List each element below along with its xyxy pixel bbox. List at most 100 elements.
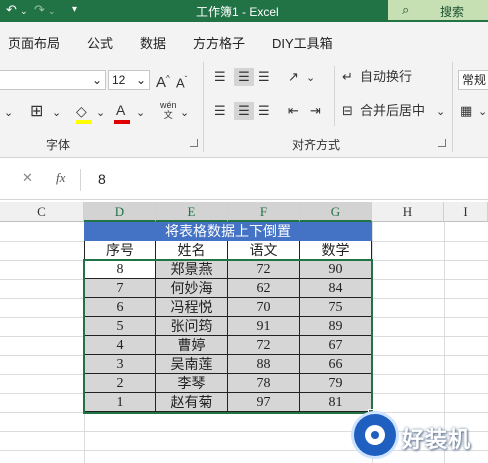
column-header-e[interactable]: E — [156, 202, 228, 222]
table-cell-seq[interactable]: 3 — [84, 355, 156, 374]
table-cell-chinese[interactable]: 78 — [228, 374, 300, 393]
table-cell-math[interactable]: 66 — [300, 355, 372, 374]
table-cell-math[interactable]: 75 — [300, 298, 372, 317]
number-format-select[interactable]: 常规 — [458, 70, 488, 90]
fill-color-bar — [76, 120, 92, 124]
insert-function-icon[interactable]: fx — [56, 170, 65, 186]
borders-icon[interactable]: ⊞ — [30, 103, 43, 121]
customize-quick-access-icon[interactable]: ▾ — [72, 4, 77, 15]
undo-dropdown-icon[interactable]: ⌄ — [20, 6, 28, 17]
table-cell-seq[interactable]: 4 — [84, 336, 156, 355]
undo-icon[interactable]: ↶ — [6, 2, 17, 18]
header-cell-seq[interactable]: 序号 — [84, 241, 156, 260]
header-cell-chinese[interactable]: 语文 — [228, 241, 300, 260]
alignment-dialog-launcher-icon[interactable] — [438, 139, 446, 147]
increase-indent-icon[interactable]: ⇥ — [310, 102, 321, 120]
table-cell-seq[interactable]: 8 — [84, 260, 156, 279]
ribbon-separator — [203, 62, 204, 152]
font-size-value: 12 — [112, 73, 126, 87]
wrap-text-icon[interactable]: ↵ — [342, 68, 353, 86]
table-cell-chinese[interactable]: 62 — [228, 279, 300, 298]
align-middle-icon[interactable]: ☰ — [234, 68, 254, 86]
tab-fangfang-gezi[interactable]: 方方格子 — [193, 33, 245, 52]
table-cell-name[interactable]: 吴南莲 — [156, 355, 228, 374]
header-cell-math[interactable]: 数学 — [300, 241, 372, 260]
table-cell-seq[interactable]: 1 — [84, 393, 156, 412]
column-header-d[interactable]: D — [84, 202, 156, 222]
table-cell-math[interactable]: 84 — [300, 279, 372, 298]
table-cell-chinese[interactable]: 72 — [228, 260, 300, 279]
font-name-select[interactable]: ⌄ — [0, 70, 106, 90]
table-cell-math[interactable]: 90 — [300, 260, 372, 279]
orientation-icon[interactable]: ↗ — [288, 68, 299, 86]
watermark-logo-icon — [354, 414, 396, 456]
search-box[interactable]: ⌕ 搜索 — [388, 0, 488, 20]
table-cell-math[interactable]: 89 — [300, 317, 372, 336]
table-cell-math[interactable]: 79 — [300, 374, 372, 393]
table-cell-seq[interactable]: 5 — [84, 317, 156, 336]
column-header-g[interactable]: G — [300, 202, 372, 222]
table-cell-name[interactable]: 赵有菊 — [156, 393, 228, 412]
watermark: 好装机 — [350, 408, 488, 463]
table-cell-name[interactable]: 冯程悦 — [156, 298, 228, 317]
redo-icon[interactable]: ↷ — [34, 2, 45, 18]
table-cell-name[interactable]: 李琴 — [156, 374, 228, 393]
ribbon-separator — [334, 66, 335, 126]
tab-page-layout[interactable]: 页面布局 — [8, 33, 60, 52]
table-cell-chinese[interactable]: 97 — [228, 393, 300, 412]
column-header-f[interactable]: F — [228, 202, 300, 222]
grow-font-icon[interactable]: A^ — [156, 70, 170, 92]
tab-data[interactable]: 数据 — [140, 33, 166, 52]
redo-dropdown-icon[interactable]: ⌄ — [48, 6, 56, 17]
alignment-group-label: 对齐方式 — [292, 138, 341, 152]
align-center-icon[interactable]: ☰ — [234, 102, 254, 120]
wrap-text-label[interactable]: 自动换行 — [360, 68, 412, 86]
column-header-i[interactable]: I — [444, 202, 488, 222]
borders-dropdown-icon[interactable]: ⌄ — [52, 104, 61, 122]
table-cell-name[interactable]: 郑景燕 — [156, 260, 228, 279]
font-color-icon[interactable]: A — [116, 101, 125, 119]
align-bottom-icon[interactable]: ☰ — [258, 68, 270, 86]
merge-center-icon[interactable]: ⊟ — [342, 102, 353, 120]
table-cell-seq[interactable]: 6 — [84, 298, 156, 317]
table-cell-chinese[interactable]: 88 — [228, 355, 300, 374]
table-cell-name[interactable]: 曹婷 — [156, 336, 228, 355]
orientation-dropdown-icon[interactable]: ⌄ — [306, 69, 315, 87]
accounting-dropdown-icon[interactable]: ⌄ — [478, 103, 487, 121]
table-cell-chinese[interactable]: 91 — [228, 317, 300, 336]
tab-diy-toolbox[interactable]: DIY工具箱 — [272, 33, 333, 52]
font-dialog-launcher-icon[interactable] — [190, 139, 198, 147]
chevron-down-icon: ⌄ — [91, 73, 102, 87]
column-header-c[interactable]: C — [0, 202, 84, 222]
table-cell-name[interactable]: 何妙海 — [156, 279, 228, 298]
table-cell-seq[interactable]: 7 — [84, 279, 156, 298]
table-cell-chinese[interactable]: 72 — [228, 336, 300, 355]
shrink-font-icon[interactable]: Aˇ — [176, 71, 187, 92]
header-cell-name[interactable]: 姓名 — [156, 241, 228, 260]
formula-input[interactable]: 8 — [98, 171, 106, 187]
watermark-text: 好装机 — [402, 427, 472, 452]
column-header-h[interactable]: H — [372, 202, 444, 222]
align-top-icon[interactable]: ☰ — [214, 68, 226, 86]
chevron-down-icon[interactable]: ⌄ — [4, 104, 13, 122]
decrease-indent-icon[interactable]: ⇤ — [288, 102, 299, 120]
fill-color-dropdown-icon[interactable]: ⌄ — [96, 104, 105, 122]
table-cell-math[interactable]: 67 — [300, 336, 372, 355]
table-cell-chinese[interactable]: 70 — [228, 298, 300, 317]
align-right-icon[interactable]: ☰ — [258, 102, 270, 120]
font-color-bar — [114, 120, 130, 124]
tab-formulas[interactable]: 公式 — [87, 33, 113, 52]
formula-separator — [80, 169, 81, 191]
table-cell-name[interactable]: 张问筠 — [156, 317, 228, 336]
merge-center-label[interactable]: 合并后居中 — [360, 102, 425, 120]
table-title-cell[interactable]: 将表格数据上下倒置 — [84, 222, 372, 241]
font-color-dropdown-icon[interactable]: ⌄ — [136, 104, 145, 122]
phonetic-guide-icon[interactable]: wén 文 — [160, 100, 177, 120]
font-size-select[interactable]: 12 ⌄ — [108, 70, 150, 90]
accounting-format-icon[interactable]: ▦ — [460, 102, 472, 120]
table-cell-seq[interactable]: 2 — [84, 374, 156, 393]
phonetic-dropdown-icon[interactable]: ⌄ — [180, 104, 189, 122]
merge-center-dropdown-icon[interactable]: ⌄ — [436, 103, 445, 121]
align-left-icon[interactable]: ☰ — [214, 102, 226, 120]
fill-color-icon[interactable]: ◇ — [76, 102, 87, 120]
